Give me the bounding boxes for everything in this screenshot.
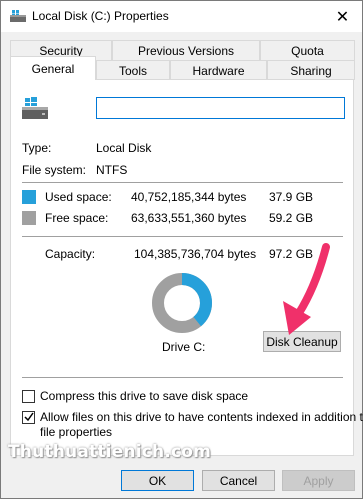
capacity-label: Capacity: <box>45 247 96 261</box>
free-space-swatch <box>22 211 36 225</box>
disk-cleanup-button[interactable]: Disk Cleanup <box>263 331 341 352</box>
used-space-label: Used space: <box>45 190 112 204</box>
tab-tools[interactable]: Tools <box>96 60 170 80</box>
title-bar: Local Disk (C:) Properties ✕ <box>1 1 362 32</box>
cancel-button[interactable]: Cancel <box>202 470 275 491</box>
file-system-label: File system: <box>22 163 87 177</box>
ok-button[interactable]: OK <box>121 470 194 491</box>
index-checkbox[interactable] <box>22 411 35 424</box>
separator <box>22 236 343 237</box>
tab-general[interactable]: General <box>10 56 96 80</box>
close-icon: ✕ <box>335 8 350 26</box>
tab-sharing[interactable]: Sharing <box>267 60 355 80</box>
used-space-swatch <box>22 190 36 204</box>
drive-icon <box>10 10 26 22</box>
window-title: Local Disk (C:) Properties <box>32 9 169 23</box>
checkmark-icon <box>24 412 34 422</box>
separator <box>22 182 343 183</box>
capacity-bytes: 104,385,736,704 bytes <box>134 247 257 261</box>
compress-label: Compress this drive to save disk space <box>40 389 249 403</box>
used-space-bytes: 40,752,185,344 bytes <box>131 190 247 204</box>
compress-checkbox[interactable] <box>22 390 35 403</box>
type-value: Local Disk <box>96 141 152 155</box>
tab-previous-versions[interactable]: Previous Versions <box>112 40 260 60</box>
used-space-size: 37.9 GB <box>269 190 314 204</box>
tab-quota[interactable]: Quota <box>260 40 355 60</box>
capacity-size: 97.2 GB <box>269 247 314 261</box>
index-label-line1: Allow files on this drive to have conten… <box>40 410 363 424</box>
separator <box>22 377 343 378</box>
index-label-line2: file properties <box>40 425 113 439</box>
free-space-bytes: 63,633,551,360 bytes <box>131 211 247 225</box>
properties-window: Local Disk (C:) Properties ✕ Security Pr… <box>0 0 363 499</box>
free-space-label: Free space: <box>45 211 109 225</box>
file-system-value: NTFS <box>96 163 128 177</box>
close-button[interactable]: ✕ <box>323 1 362 32</box>
watermark-text: Thuthuattienich.com <box>8 442 212 462</box>
tab-hardware[interactable]: Hardware <box>170 60 267 80</box>
free-space-size: 59.2 GB <box>269 211 314 225</box>
usage-donut-chart <box>152 273 212 333</box>
apply-button[interactable]: Apply <box>282 470 355 491</box>
drive-name-input[interactable] <box>96 97 345 119</box>
drive-label: Drive C: <box>162 340 206 354</box>
drive-icon <box>22 97 48 119</box>
type-label: Type: <box>22 141 52 155</box>
